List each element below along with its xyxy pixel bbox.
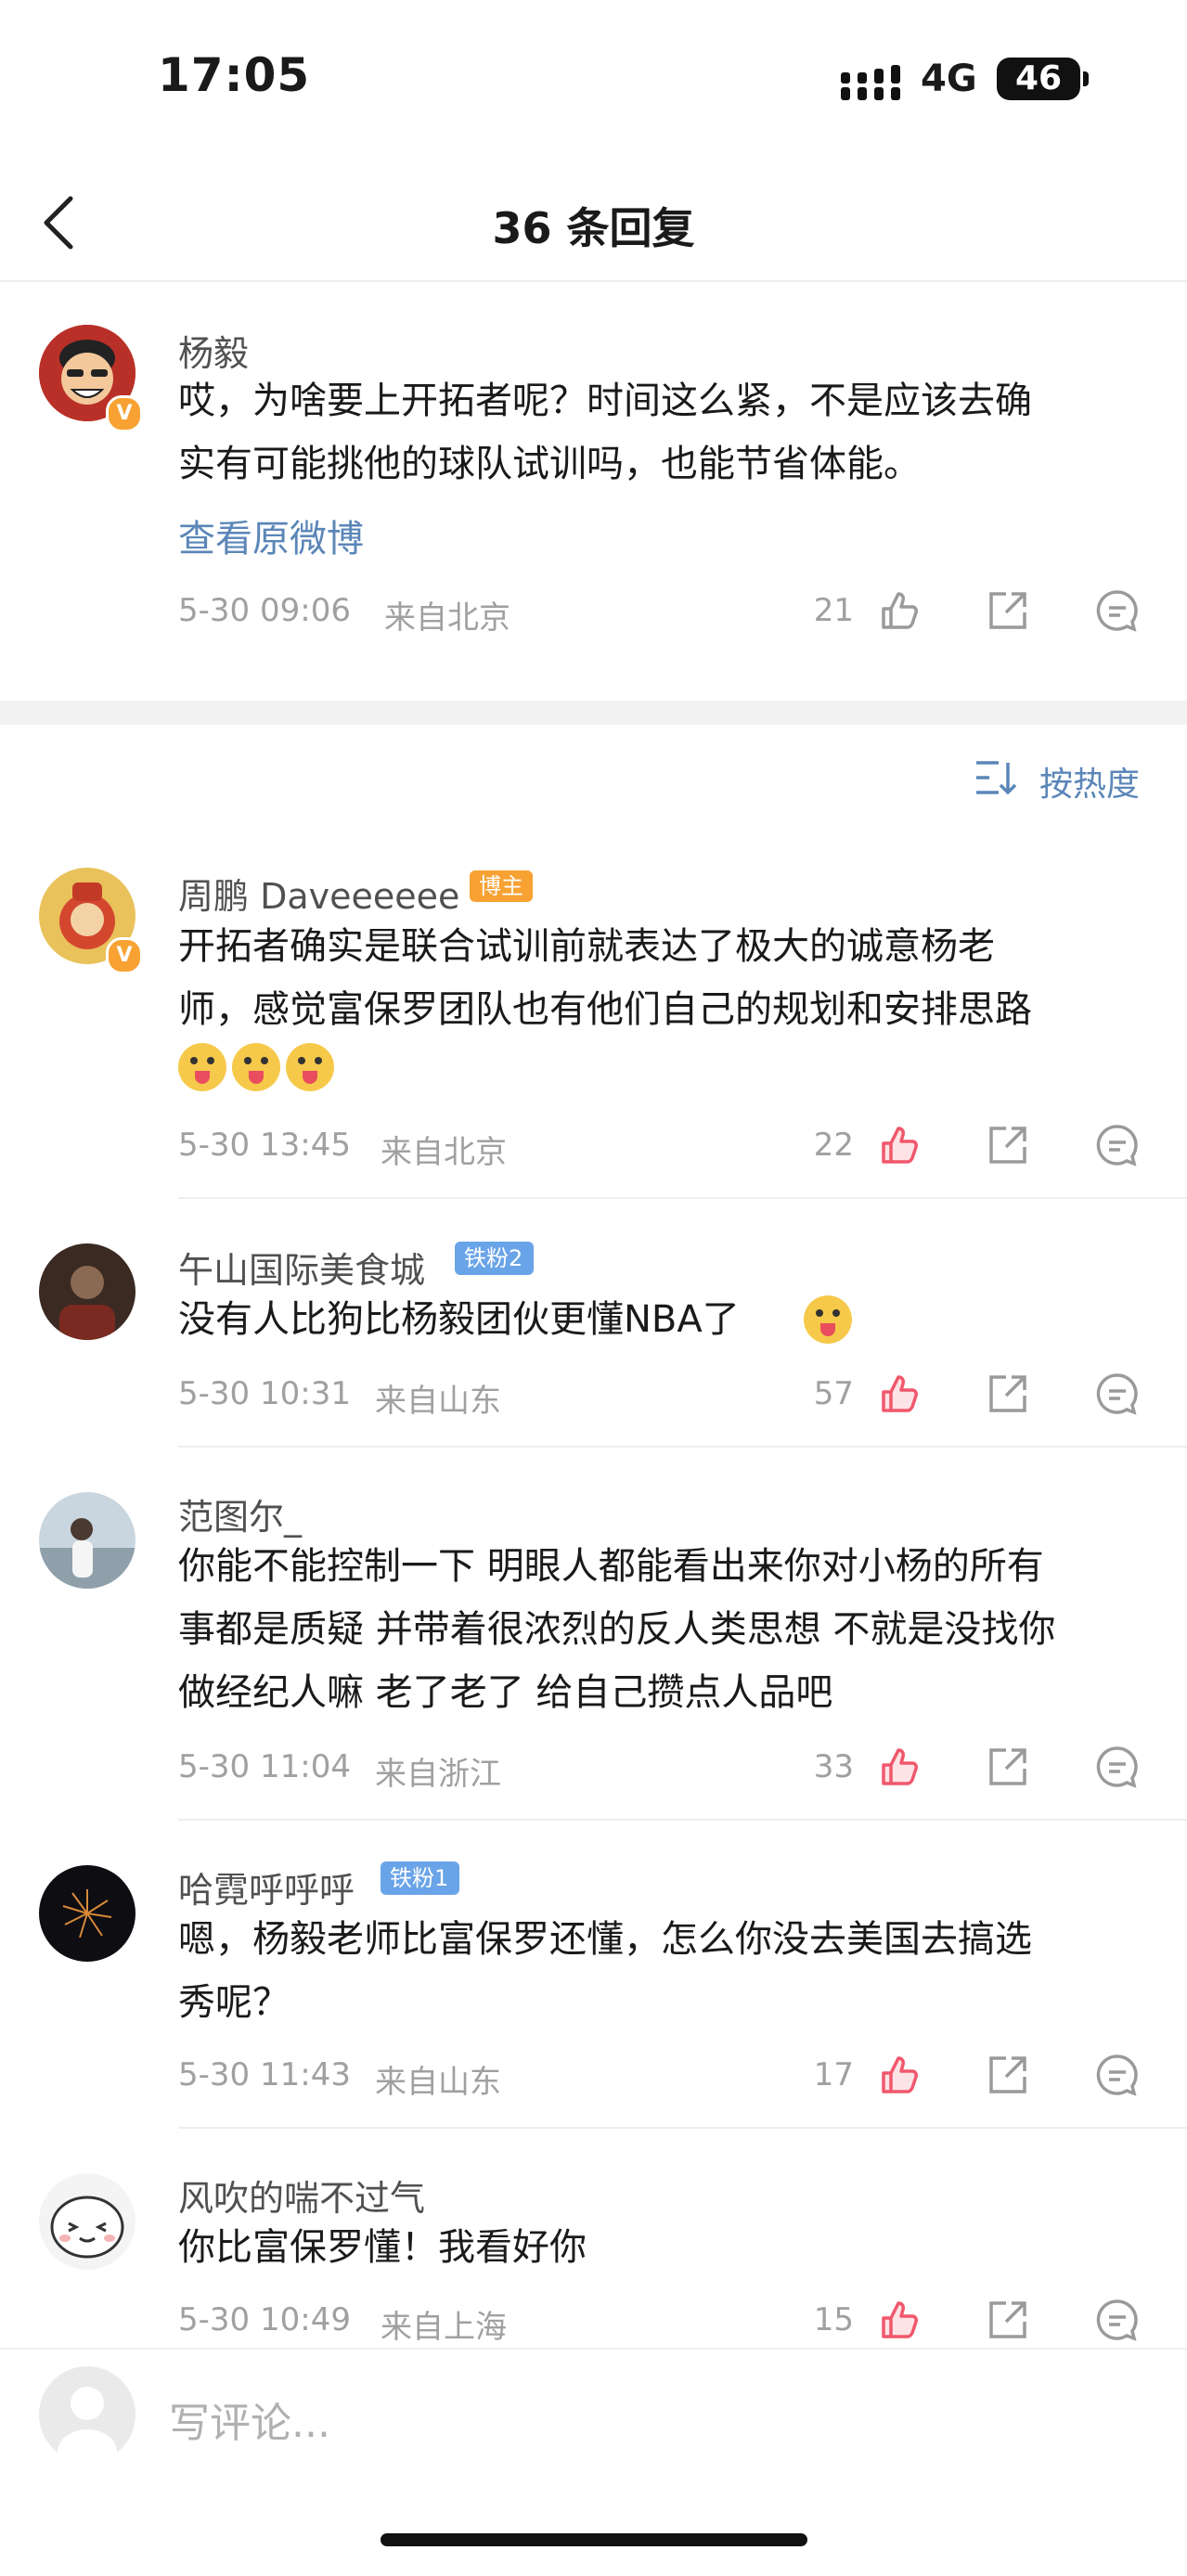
comment-1-username[interactable]: 周鹏 Daveeeeee [178,868,459,919]
page-title: 36 条回复 [492,203,695,253]
default-avatar-icon [58,2387,117,2463]
share-icon[interactable] [986,1745,1030,1789]
share-icon[interactable] [986,2298,1030,2342]
comment-3-like-count: 33 [813,1748,854,1785]
thumbs-up-icon[interactable] [876,1372,921,1416]
author-badge: 博主 [470,870,533,902]
my-avatar [39,2366,135,2463]
fan-badge: 铁粉1 [381,1861,460,1895]
share-icon[interactable] [986,1123,1030,1167]
comment-3-text-line-2: 事都是质疑 并带着很浓烈的反人类思想 不就是没找你 [178,1608,1056,1651]
fan-badge: 铁粉2 [455,1242,535,1275]
comment-3-username[interactable]: 范图尔_ [178,1488,302,1539]
battery-indicator: 46 [997,58,1089,100]
share-icon[interactable] [986,588,1030,633]
share-icon[interactable] [986,2053,1030,2097]
comment-5-text-line-1: 你比富保罗懂！我看好你 [178,2226,587,2269]
network-type: 4G [921,58,977,100]
share-icon[interactable] [986,1372,1030,1416]
comment-1-location: 来自北京 [381,1134,507,1171]
verified-icon: V [106,937,143,974]
comment-1-like-count: 22 [813,1127,854,1164]
avatar[interactable] [39,1865,135,1962]
comment-divider [178,1446,1187,1448]
comment-divider [178,1197,1187,1199]
avatar-photo-icon [39,1243,135,1340]
original-location: 来自北京 [384,599,510,637]
comment-icon[interactable] [1095,1123,1140,1167]
comment-4-date: 5-30 11:43 [178,2056,351,2093]
comment-2-like-count: 57 [813,1375,854,1412]
comment-2-username[interactable]: 午山国际美食城 [178,1242,425,1293]
sort-by-heat-button[interactable]: 按热度 [1039,757,1140,805]
avatar-cartoon-icon [39,2173,135,2270]
sort-icon[interactable] [974,759,1019,796]
original-like-count: 21 [813,592,854,629]
comment-3-text-line-1: 你能不能控制一下 明眼人都能看出来你对小杨的所有 [178,1545,1044,1588]
comment-1-text-line-1: 开拓者确实是联合试训前就表达了极大的诚意杨老 [178,925,995,968]
view-original-link[interactable]: 查看原微博 [178,509,364,562]
thumbs-up-icon[interactable] [876,1123,921,1167]
avatar[interactable] [39,1243,135,1340]
shush-emoji-icon [804,1295,852,1344]
comment-divider [178,1819,1187,1821]
comment-icon[interactable] [1095,1745,1140,1789]
original-date: 5-30 09:06 [178,592,351,629]
comment-2-text-line-1: 没有人比狗比杨毅团伙更懂NBA了 [178,1298,740,1341]
tongue-emoji-icon [286,1043,334,1091]
home-indicator[interactable] [381,2533,807,2546]
avatar-fireworks-icon [39,1865,135,1962]
comment-3-text-line-3: 做经纪人嘛 老了老了 给自己攒点人品吧 [178,1671,833,1714]
verified-icon: V [106,395,143,432]
comment-4-location: 来自山东 [375,2064,501,2101]
comment-divider [178,2127,1187,2129]
thumbs-up-icon[interactable] [876,1745,921,1789]
comment-input[interactable]: 写评论... [169,2389,330,2449]
avatar-photo-icon [39,1492,135,1589]
comment-1-date: 5-30 13:45 [178,1127,351,1164]
status-time: 17:05 [158,48,311,102]
comment-1-text-line-2: 师，感觉富保罗团队也有他们自己的规划和安排思路 [178,988,1032,1031]
comment-5-username[interactable]: 风吹的喘不过气 [178,2170,425,2221]
avatar[interactable] [39,2173,135,2270]
comment-4-username[interactable]: 哈霓呼呼呼 [178,1861,355,1913]
nav-divider [0,280,1187,282]
comment-5-date: 5-30 10:49 [178,2301,351,2338]
comment-5-like-count: 15 [813,2301,854,2338]
emoji-row [178,1043,340,1091]
comment-3-location: 来自浙江 [375,1756,501,1793]
comment-icon[interactable] [1095,2298,1140,2342]
comment-2-location: 来自山东 [375,1383,501,1420]
thumbs-up-icon[interactable] [876,588,921,633]
comment-4-like-count: 17 [813,2056,854,2093]
comment-4-text-line-2: 秀呢？ [178,1981,290,2024]
original-text-line-1: 哎，为啥要上开拓者呢？时间这么紧，不是应该去确 [178,380,1032,422]
comment-5-location: 来自上海 [381,2309,507,2346]
avatar[interactable] [39,1492,135,1589]
original-username[interactable]: 杨毅 [178,325,249,376]
back-icon[interactable] [39,195,82,251]
comment-icon[interactable] [1095,1372,1140,1416]
original-text-line-2: 实有可能挑他的球队试训吗，也能节省体能。 [178,443,921,485]
comment-icon[interactable] [1095,2053,1140,2097]
tongue-emoji-icon [178,1043,226,1091]
comment-icon[interactable] [1095,588,1140,633]
comment-3-date: 5-30 11:04 [178,1748,351,1785]
signal-icon [841,65,900,100]
thumbs-up-icon[interactable] [876,2298,921,2342]
comment-4-text-line-1: 嗯，杨毅老师比富保罗还懂，怎么你没去美国去搞选 [178,1918,1032,1961]
tongue-emoji-icon [232,1043,280,1091]
thumbs-up-icon[interactable] [876,2053,921,2097]
section-separator [0,701,1187,725]
comment-2-date: 5-30 10:31 [178,1375,351,1412]
